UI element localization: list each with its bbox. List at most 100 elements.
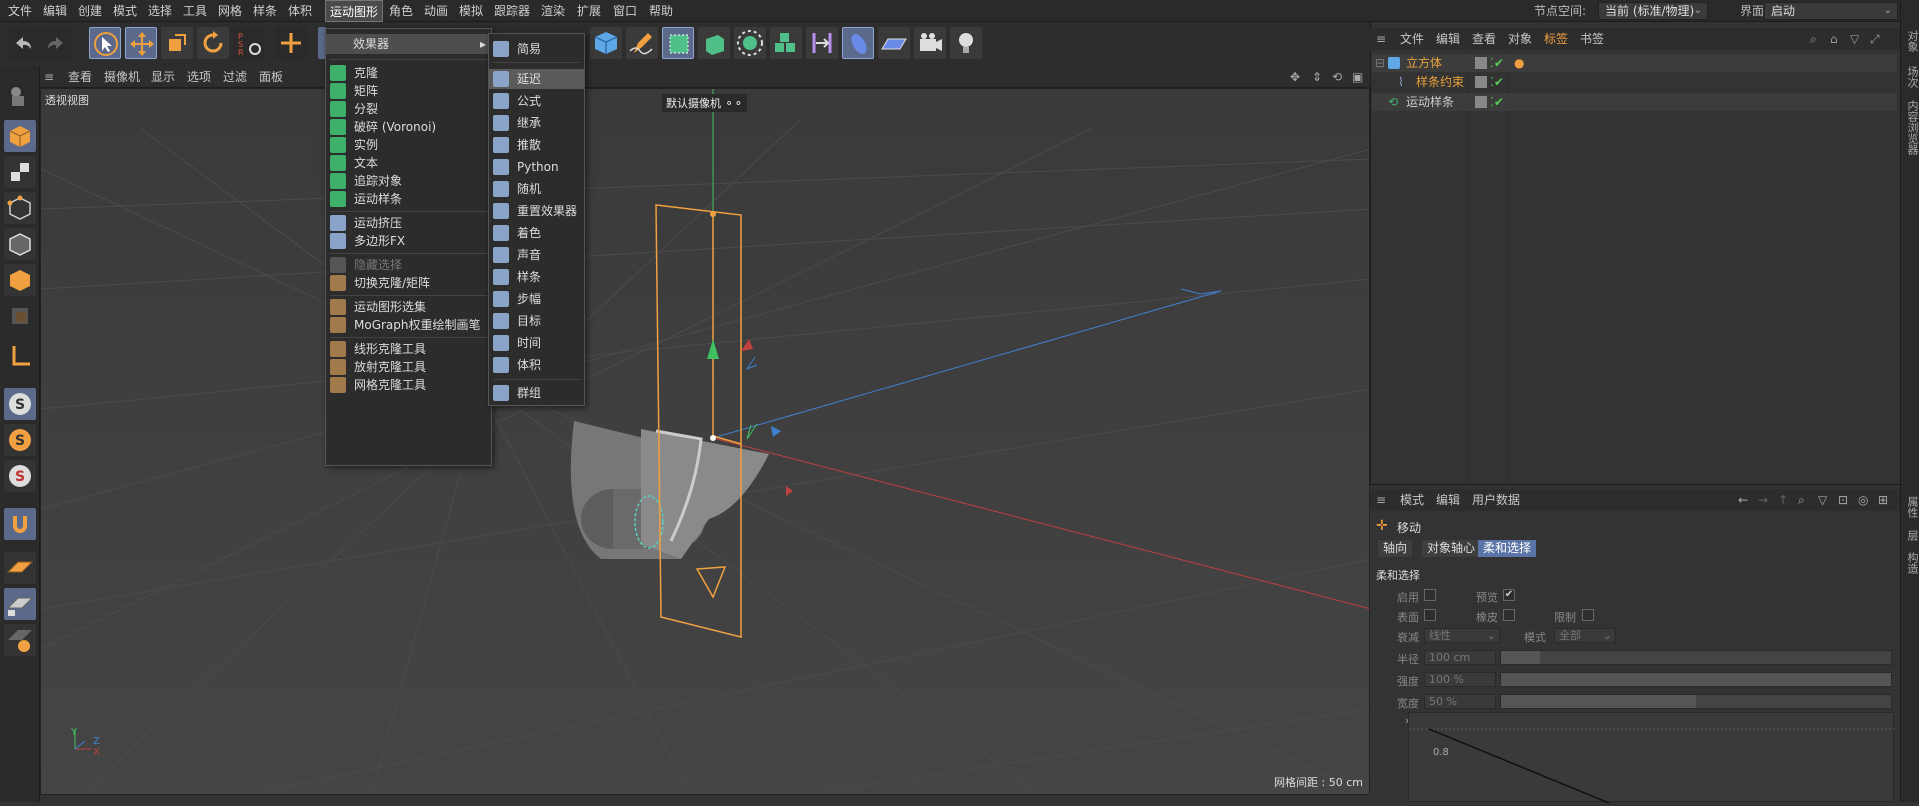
menu-help[interactable]: 帮助 [645,0,677,22]
settings-icon[interactable]: ◎ [1858,489,1868,511]
mode-icon[interactable] [4,80,36,112]
search-icon[interactable]: ⌕ [1810,28,1817,50]
right-tab-takes[interactable]: 场次 [1904,66,1919,88]
menu-item-text[interactable]: 文本 [326,153,491,173]
am-menu-edit[interactable]: 编辑 [1436,489,1460,511]
snap-s-button-1[interactable]: S [4,388,36,420]
pan-view-icon[interactable]: ✥ [1290,66,1300,88]
menu-edit[interactable]: 编辑 [39,0,71,22]
layer-icon[interactable] [1475,57,1487,69]
perspective-viewport[interactable]: 透视视图 默认摄像机 ⚬⚬ 网格间距 : 50 cm Y Z X [40,88,1370,795]
menu-mode[interactable]: 模式 [109,0,141,22]
menu-item-cloner[interactable]: 克隆 [326,63,491,83]
menu-tracker[interactable]: 跟踪器 [490,0,534,22]
menu-file[interactable]: 文件 [4,0,36,22]
workplane-python-button[interactable] [4,624,36,656]
node-space-dropdown[interactable]: 当前 (标准/物理) ⌄ [1598,2,1708,20]
redo-button[interactable] [40,27,72,59]
axis-mode-button[interactable] [4,340,36,372]
menu-item-voronoi[interactable]: 破碎 (Voronoi) [326,117,491,137]
forward-arrow-icon[interactable]: → [1758,489,1768,511]
effector-group[interactable]: 群组 [489,383,584,403]
right-tab-layers[interactable]: 层 [1904,530,1919,541]
edges-mode-button[interactable] [4,228,36,260]
snap-s-button-2[interactable]: S [4,424,36,456]
undo-button[interactable] [7,27,39,59]
om-menu-bookmarks[interactable]: 书签 [1580,28,1604,50]
camera-button[interactable] [914,27,946,59]
effector-random[interactable]: 随机 [489,179,584,199]
menu-item-matrix[interactable]: 矩阵 [326,81,491,101]
texture-mode-button[interactable] [4,156,36,188]
tag-icon[interactable]: ● [1514,54,1524,72]
field-button[interactable] [842,27,874,59]
light-button[interactable] [950,27,982,59]
effector-reeffector[interactable]: 重置效果器 [489,201,584,221]
om-menu-edit[interactable]: 编辑 [1436,28,1460,50]
maximize-view-icon[interactable]: ▣ [1352,66,1363,88]
effector-delay[interactable]: 延迟 [489,69,584,89]
rotate-view-icon[interactable]: ⟲ [1332,66,1342,88]
effector-time[interactable]: 时间 [489,333,584,353]
menu-character[interactable]: 角色 [385,0,417,22]
menu-render[interactable]: 渲染 [537,0,569,22]
up-arrow-icon[interactable]: ↑ [1778,489,1788,511]
right-tab-objects[interactable]: 对象 [1904,30,1919,52]
effector-push-apart[interactable]: 推散 [489,135,584,155]
visibility-icon[interactable]: ⁚✔ [1490,54,1504,72]
effector-shader[interactable]: 着色 [489,223,584,243]
snap-s-button-3[interactable]: S [4,460,36,492]
menu-item-motion-extrude[interactable]: 运动挤压 [326,213,491,233]
restrict-checkbox[interactable] [1582,609,1594,621]
filter-icon[interactable]: ▽ [1818,489,1827,511]
viewport-menu-view[interactable]: 查看 [68,66,92,88]
object-name[interactable]: 立方体 [1406,54,1442,72]
width-slider[interactable] [1500,694,1892,709]
strength-slider[interactable] [1500,672,1892,687]
menu-select[interactable]: 选择 [144,0,176,22]
viewport-menu-display[interactable]: 显示 [151,66,175,88]
floor-button[interactable] [878,27,910,59]
object-row-spline-constraint[interactable]: ⌇ 样条约束 ⁚✔ [1372,73,1897,91]
om-menu-view[interactable]: 查看 [1472,28,1496,50]
right-tab-attributes[interactable]: 属性 [1904,496,1919,518]
effector-python[interactable]: Python [489,157,584,177]
menu-spline[interactable]: 样条 [249,0,281,22]
width-field[interactable]: 50 % [1424,694,1496,709]
am-menu-mode[interactable]: 模式 [1400,489,1424,511]
select-tool-button[interactable] [89,27,121,59]
om-menu-tags[interactable]: 标签 [1544,28,1568,50]
menu-item-weight-brush[interactable]: MoGraph权重绘制画笔 [326,315,491,335]
tab-axis[interactable]: 轴向 [1378,540,1413,557]
lock-icon[interactable]: ⊡ [1838,489,1848,511]
scale-tool-button[interactable] [161,27,193,59]
viewport-menu-cameras[interactable]: 摄像机 [104,66,140,88]
cube-button[interactable] [590,27,622,59]
radius-field[interactable]: 100 cm [1424,650,1496,665]
object-row-cube[interactable]: ⊟ 立方体 ⁚✔ ● [1372,54,1897,72]
preview-checkbox[interactable]: ✔ [1503,589,1515,601]
world-axis-button[interactable] [275,27,307,59]
strength-field[interactable]: 100 % [1424,672,1496,687]
visibility-icon[interactable]: ⁚✔ [1490,93,1504,111]
move-tool-button[interactable] [125,27,157,59]
home-icon[interactable]: ⌂ [1830,28,1838,50]
menu-item-motion-spline[interactable]: 运动样条 [326,189,491,209]
menu-item-toggle-clone[interactable]: 切换克隆/矩阵 [326,273,491,293]
tab-object-axis[interactable]: 对象轴心 [1422,540,1481,557]
hamburger-icon[interactable]: ≡ [1376,28,1386,50]
effector-plain[interactable]: 简易 [489,39,584,59]
expand-icon[interactable]: ⤢ [1870,28,1880,50]
menu-mesh[interactable]: 网格 [214,0,246,22]
pen-tool-button[interactable] [626,27,658,59]
menu-item-mograph-selection[interactable]: 运动图形选集 [326,297,491,317]
menu-item-radial-clone[interactable]: 放射克隆工具 [326,357,491,377]
grid-lock-button[interactable] [4,588,36,620]
layer-icon[interactable] [1475,76,1487,88]
object-name[interactable]: 样条约束 [1416,73,1464,91]
filter-icon[interactable]: ▽ [1850,28,1859,50]
effector-sound[interactable]: 声音 [489,245,584,265]
surface-checkbox[interactable] [1424,609,1436,621]
rubber-checkbox[interactable] [1503,609,1515,621]
polygons-mode-button[interactable] [4,264,36,296]
